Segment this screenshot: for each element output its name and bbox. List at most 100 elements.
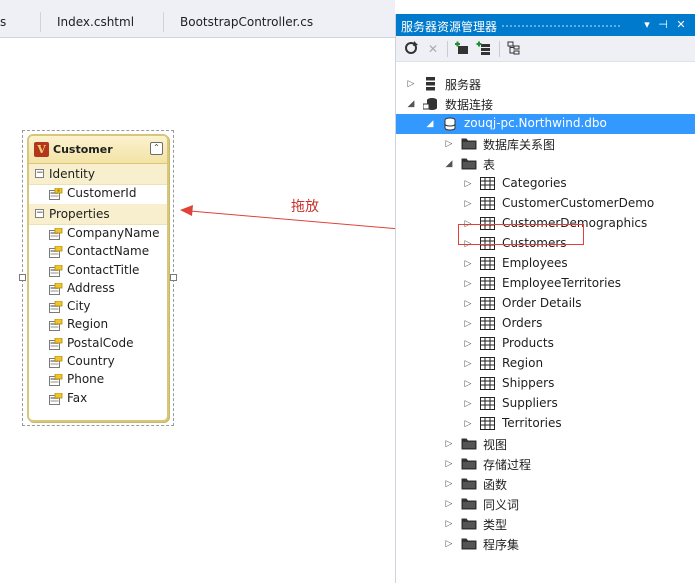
entity-property-row[interactable]: CompanyName <box>29 225 167 243</box>
connect-to-server-icon[interactable] <box>476 41 492 57</box>
entity-property-row[interactable]: CustomerId <box>29 185 167 204</box>
tree-node[interactable]: ▷ 类型 <box>444 514 686 534</box>
collapsed-triangle-icon[interactable]: ▷ <box>444 438 454 450</box>
collapsed-triangle-icon[interactable]: ▷ <box>463 178 473 190</box>
tree-node[interactable]: ▷ 数据库关系图 <box>444 134 686 154</box>
tree-node-label: EmployeeTerritories <box>502 276 622 290</box>
table-icon <box>480 417 496 431</box>
resize-handle-right[interactable] <box>170 274 177 281</box>
expanded-triangle-icon[interactable]: ◢ <box>444 158 454 170</box>
property-name: Fax <box>67 390 88 405</box>
document-tab-strip: s Index.cshtml BootstrapController.cs <box>0 0 395 38</box>
collapsed-triangle-icon[interactable]: ▷ <box>444 538 454 550</box>
tree-node-label: 同义词 <box>483 498 520 512</box>
entity-property-row[interactable]: Country <box>29 353 167 371</box>
tab-partial[interactable]: s <box>0 15 6 29</box>
property-name: CompanyName <box>67 226 160 240</box>
tree-node-label: zouqj-pc.Northwind.dbo <box>464 116 607 130</box>
collapsed-triangle-icon[interactable]: ▷ <box>463 358 473 370</box>
refresh-icon[interactable] <box>403 41 419 57</box>
tree-node-label: 表 <box>483 158 496 172</box>
table-icon <box>480 277 496 291</box>
folder-icon <box>461 517 477 531</box>
tree-node-order-details[interactable]: ▷ Order Details <box>463 294 686 314</box>
tree-node-categories[interactable]: ▷ Categories <box>463 174 686 194</box>
collapse-section-icon[interactable]: − <box>35 169 44 178</box>
entity-property-row[interactable]: ContactTitle <box>29 262 167 280</box>
collapsed-triangle-icon[interactable]: ▷ <box>463 298 473 310</box>
toolbar-divider <box>447 41 448 57</box>
collapsed-triangle-icon[interactable]: ▷ <box>444 478 454 490</box>
tree-node-zouqj-pc-northwind-dbo[interactable]: ◢ zouqj-pc.Northwind.dbo <box>396 114 695 134</box>
properties-icon[interactable] <box>506 41 522 57</box>
collapsed-triangle-icon[interactable]: ▷ <box>463 338 473 350</box>
collapsed-triangle-icon[interactable]: ▷ <box>463 398 473 410</box>
entity-property-row[interactable]: PostalCode <box>29 335 167 353</box>
close-icon[interactable]: ✕ <box>674 17 688 33</box>
collapsed-triangle-icon[interactable]: ▷ <box>463 378 473 390</box>
tree-node-orders[interactable]: ▷ Orders <box>463 314 686 334</box>
collapsed-triangle-icon[interactable]: ▷ <box>444 138 454 150</box>
collapse-section-icon[interactable]: − <box>35 209 44 218</box>
stop-icon[interactable]: ✕ <box>425 41 441 57</box>
tab-bootstrapcontroller-cs[interactable]: BootstrapController.cs <box>180 15 313 29</box>
tree-node-label: 服务器 <box>445 78 482 92</box>
collapsed-triangle-icon[interactable]: ▷ <box>444 458 454 470</box>
tree-node-employees[interactable]: ▷ Employees <box>463 254 686 274</box>
entity-property-row[interactable]: Address <box>29 280 167 298</box>
tree-node[interactable]: ▷ 同义词 <box>444 494 686 514</box>
tree-node[interactable]: ▷ 服务器 <box>406 74 686 94</box>
identity-section-header[interactable]: − Identity <box>29 164 167 185</box>
connect-to-database-icon[interactable] <box>454 41 470 57</box>
entity-property-row[interactable]: City <box>29 298 167 316</box>
tree-node-territories[interactable]: ▷ Territories <box>463 414 686 434</box>
tab-index-cshtml[interactable]: Index.cshtml <box>57 15 134 29</box>
folder-icon <box>461 137 477 151</box>
collapse-entity-button[interactable]: ⌃ <box>150 142 163 155</box>
folder-icon <box>461 457 477 471</box>
tree-node-customercustomerdemo[interactable]: ▷ CustomerCustomerDemo <box>463 194 686 214</box>
entity-property-row[interactable]: ContactName <box>29 243 167 261</box>
scalar-property-icon <box>49 355 63 369</box>
tree-node-products[interactable]: ▷ Products <box>463 334 686 354</box>
window-position-dropdown-icon[interactable]: ▾ <box>640 17 654 33</box>
entity-header[interactable]: V Customer ⌃ <box>29 136 167 164</box>
panel-title-bar[interactable]: 服务器资源管理器 ▾ ⊣ ✕ <box>396 14 695 36</box>
tree-node[interactable]: ◢ 表 <box>444 154 686 174</box>
collapsed-triangle-icon[interactable]: ▷ <box>463 318 473 330</box>
resize-handle-left[interactable] <box>19 274 26 281</box>
title-grip <box>501 24 621 27</box>
entity-property-row[interactable]: Fax <box>29 390 167 408</box>
tree-node-shippers[interactable]: ▷ Shippers <box>463 374 686 394</box>
collapsed-triangle-icon[interactable]: ▷ <box>444 518 454 530</box>
properties-section-header[interactable]: − Properties <box>29 204 167 225</box>
folder-icon <box>461 537 477 551</box>
expanded-triangle-icon[interactable]: ◢ <box>406 98 416 110</box>
expanded-triangle-icon[interactable]: ◢ <box>425 118 435 130</box>
scalar-property-icon <box>49 245 63 259</box>
tree-node[interactable]: ▷ 程序集 <box>444 534 686 554</box>
auto-hide-pin-icon[interactable]: ⊣ <box>656 17 670 33</box>
entity-property-row[interactable]: Region <box>29 316 167 334</box>
entity-property-row[interactable]: Phone <box>29 371 167 389</box>
section-label: Identity <box>49 167 95 181</box>
collapsed-triangle-icon[interactable]: ▷ <box>463 198 473 210</box>
tree-node[interactable]: ◢ 数据连接 <box>406 94 686 114</box>
customer-entity-shape[interactable]: V Customer ⌃ − Identity CustomerId − Pro… <box>19 130 177 426</box>
tree-node[interactable]: ▷ 视图 <box>444 434 686 454</box>
tree-node[interactable]: ▷ 存储过程 <box>444 454 686 474</box>
tree-node-label: Employees <box>502 256 568 270</box>
database-icon <box>442 117 458 131</box>
property-name: Address <box>67 280 115 295</box>
collapsed-triangle-icon[interactable]: ▷ <box>463 278 473 290</box>
scalar-property-list: CompanyName ContactName ContactTitle Addres… <box>29 225 167 408</box>
scalar-property-icon <box>49 319 63 332</box>
tree-node-suppliers[interactable]: ▷ Suppliers <box>463 394 686 414</box>
tree-node-region[interactable]: ▷ Region <box>463 354 686 374</box>
collapsed-triangle-icon[interactable]: ▷ <box>406 78 416 90</box>
tree-node-employeeterritories[interactable]: ▷ EmployeeTerritories <box>463 274 686 294</box>
collapsed-triangle-icon[interactable]: ▷ <box>463 418 473 430</box>
tree-node[interactable]: ▷ 函数 <box>444 474 686 494</box>
collapsed-triangle-icon[interactable]: ▷ <box>463 258 473 270</box>
collapsed-triangle-icon[interactable]: ▷ <box>444 498 454 510</box>
